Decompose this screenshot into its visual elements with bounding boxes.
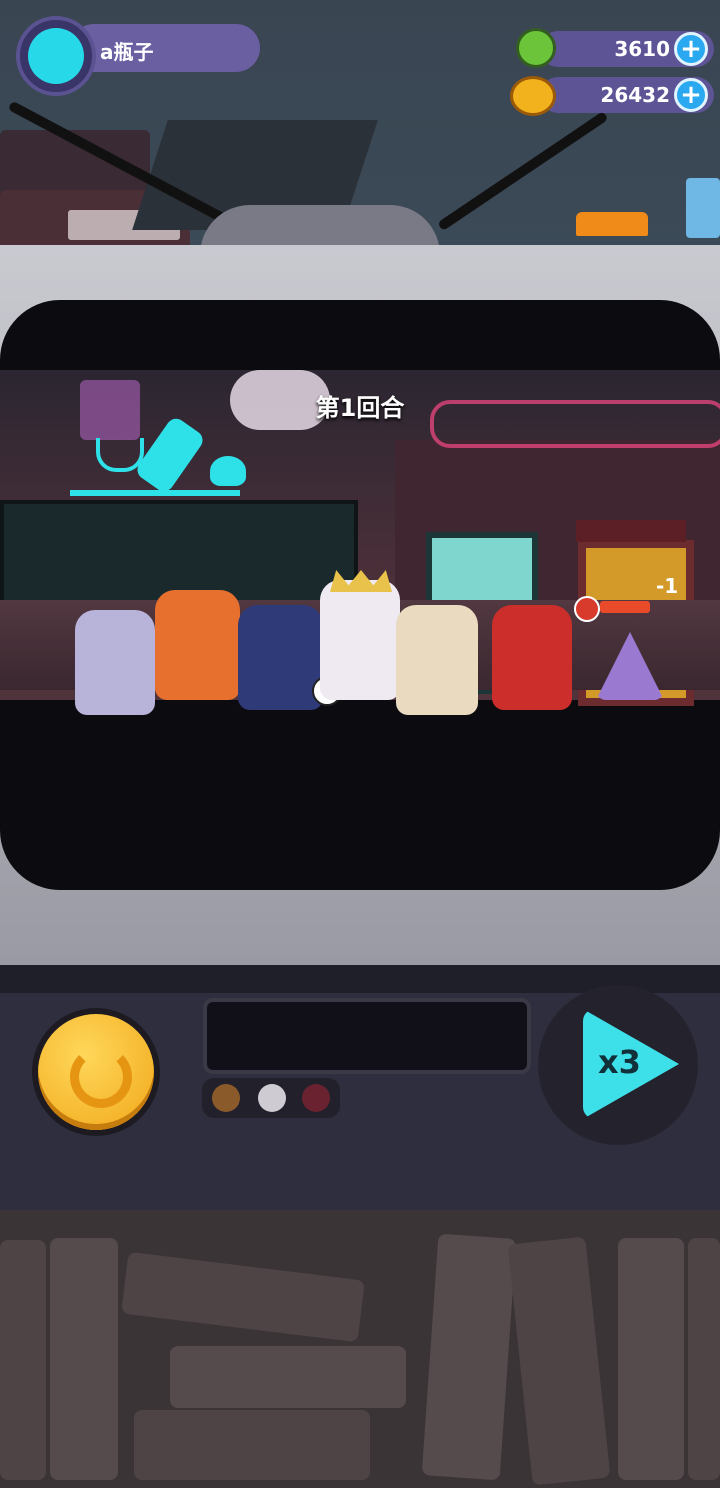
book: [170, 1346, 406, 1408]
indicator-dot-brown: [212, 1084, 240, 1112]
book: [688, 1238, 720, 1480]
book: [618, 1238, 684, 1480]
enemy-hp-bar: [600, 601, 650, 613]
neon-octopus-icon: [210, 456, 246, 486]
indicator-dot-red: [302, 1084, 330, 1112]
book: [50, 1238, 118, 1480]
book: [0, 1240, 46, 1480]
book: [121, 1251, 365, 1343]
door-lights: [576, 520, 686, 542]
avatar[interactable]: [16, 16, 96, 96]
book: [421, 1233, 517, 1481]
player-name: a瓶子: [100, 40, 154, 64]
add-coins-button[interactable]: +: [674, 78, 708, 112]
display-slot: [203, 998, 531, 1074]
green-gem-icon: [516, 28, 556, 68]
poster: [80, 380, 140, 440]
fire-icon: [574, 596, 600, 622]
round-label: 第1回合: [315, 394, 405, 422]
gold-coin-icon: [510, 76, 556, 116]
orange-button: [576, 212, 648, 236]
book: [507, 1236, 611, 1486]
hero-king[interactable]: [320, 580, 400, 700]
replay-button[interactable]: [32, 1008, 160, 1136]
coin-count: 26432: [600, 83, 670, 107]
speed-indicator: [202, 1078, 340, 1118]
hero-silver-knight[interactable]: [75, 610, 155, 715]
neon-bar: [70, 490, 240, 496]
speed-button[interactable]: x3: [538, 985, 698, 1145]
speed-label: x3: [598, 1043, 641, 1081]
damage-number: -1: [656, 574, 679, 598]
indicator-dot-white: [258, 1084, 286, 1112]
neon-sign-right: [430, 400, 720, 448]
replay-icon: [70, 1046, 132, 1108]
add-gems-button[interactable]: +: [674, 32, 708, 66]
bookshelf: [0, 1210, 720, 1488]
player-bar[interactable]: [70, 24, 260, 72]
hero-red-dancer[interactable]: [155, 590, 240, 700]
blue-bottle: [686, 178, 720, 238]
enemy-fire-hydrant[interactable]: [492, 605, 572, 710]
gem-count: 3610: [614, 37, 670, 61]
hero-laurel-warrior[interactable]: [396, 605, 478, 715]
neon-bottle-icon: [133, 414, 207, 496]
cat-avatar-icon: [28, 28, 84, 84]
book: [134, 1410, 370, 1480]
hero-soccer-boy[interactable]: [238, 605, 323, 710]
